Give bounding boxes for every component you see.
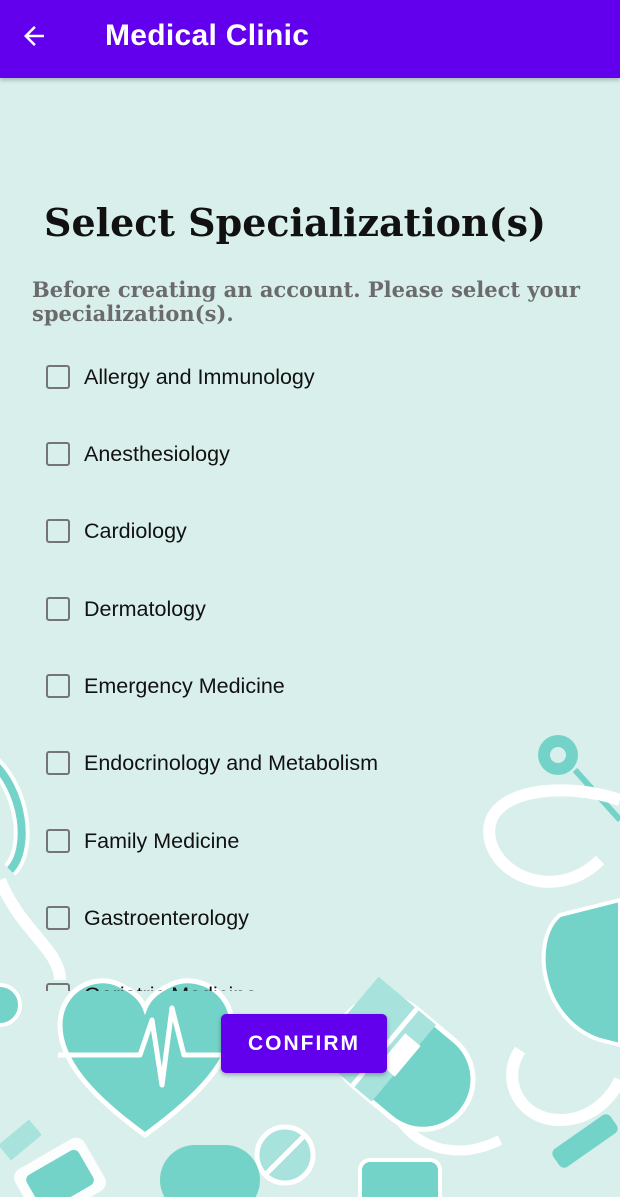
checkbox[interactable] bbox=[46, 751, 70, 775]
checkbox[interactable] bbox=[46, 365, 70, 389]
checkbox[interactable] bbox=[46, 597, 70, 621]
specialization-label: Family Medicine bbox=[84, 828, 240, 853]
specialization-item-dermatology[interactable]: Dermatology bbox=[46, 587, 206, 631]
page-subtitle: Before creating an account. Please selec… bbox=[32, 277, 580, 326]
specialization-item-cardiology[interactable]: Cardiology bbox=[46, 509, 187, 553]
checkbox[interactable] bbox=[46, 906, 70, 930]
app-title: Medical Clinic bbox=[105, 19, 310, 52]
checkbox[interactable] bbox=[46, 442, 70, 466]
specialization-label: Endocrinology and Metabolism bbox=[84, 750, 378, 775]
checkbox[interactable] bbox=[46, 829, 70, 853]
specialization-item-endocrinology-and-metabolism[interactable]: Endocrinology and Metabolism bbox=[46, 741, 378, 785]
specialization-item-anesthesiology[interactable]: Anesthesiology bbox=[46, 432, 230, 476]
specialization-label: Allergy and Immunology bbox=[84, 364, 315, 389]
app-bar: Medical Clinic bbox=[0, 0, 620, 78]
specialization-label: Dermatology bbox=[84, 596, 206, 621]
specialization-list[interactable]: Allergy and Immunology Anesthesiology Ca… bbox=[0, 338, 620, 991]
specialization-item-geriatric-medicine[interactable]: Geriatric Medicine bbox=[46, 973, 257, 991]
specialization-label: Emergency Medicine bbox=[84, 673, 285, 698]
page-heading: Select Specialization(s) bbox=[44, 200, 546, 245]
specialization-item-gastroenterology[interactable]: Gastroenterology bbox=[46, 896, 249, 940]
specialization-item-family-medicine[interactable]: Family Medicine bbox=[46, 819, 239, 863]
checkbox[interactable] bbox=[46, 674, 70, 698]
specialization-item-emergency-medicine[interactable]: Emergency Medicine bbox=[46, 664, 285, 708]
specialization-label: Cardiology bbox=[84, 518, 187, 543]
specialization-label: Geriatric Medicine bbox=[84, 983, 257, 992]
back-button[interactable] bbox=[12, 14, 56, 58]
arrow-left-icon bbox=[24, 26, 44, 46]
specialization-label: Gastroenterology bbox=[84, 905, 249, 930]
checkbox[interactable] bbox=[46, 983, 70, 991]
checkbox[interactable] bbox=[46, 519, 70, 543]
specialization-item-allergy-and-immunology[interactable]: Allergy and Immunology bbox=[46, 355, 315, 399]
confirm-button[interactable]: CONFIRM bbox=[221, 1014, 387, 1073]
specialization-label: Anesthesiology bbox=[84, 441, 230, 466]
